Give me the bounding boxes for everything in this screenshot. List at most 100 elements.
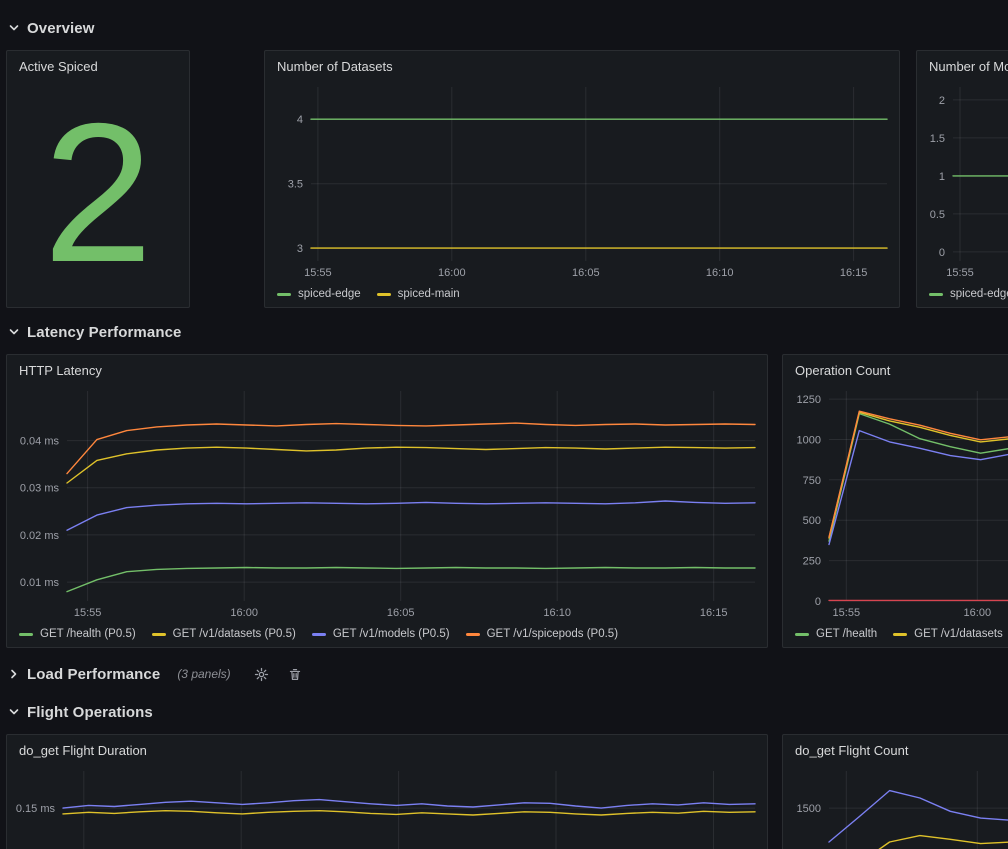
section-title-latency-performance: Latency Performance: [27, 324, 181, 341]
section-title-overview: Overview: [27, 20, 95, 37]
grafana-dashboard: Overview Active Spiced 2 Number of Datas…: [0, 0, 1008, 849]
legend-label: GET /v1/datasets: [914, 628, 1003, 640]
legend-item[interactable]: spiced-edge: [929, 288, 1008, 300]
svg-text:250: 250: [803, 556, 821, 568]
panel-active-spiced: Active Spiced 2: [6, 50, 190, 308]
svg-text:0.5: 0.5: [930, 209, 945, 221]
svg-text:0.02 ms: 0.02 ms: [20, 530, 60, 542]
chevron-down-icon: [8, 326, 20, 338]
legend-swatch: [277, 293, 291, 296]
legend-swatch: [152, 633, 166, 636]
svg-text:16:00: 16:00: [438, 267, 466, 279]
panel-number-of-models: Number of Models 15:5516:0016:0516:1016:…: [916, 50, 1008, 308]
legend-item[interactable]: GET /v1/datasets: [893, 628, 1003, 640]
section-header-latency-performance[interactable]: Latency Performance: [8, 320, 181, 344]
svg-text:16:10: 16:10: [706, 267, 734, 279]
svg-text:1500: 1500: [797, 803, 821, 815]
panel-title-operation-count[interactable]: Operation Count: [783, 355, 1008, 383]
svg-text:0.01 ms: 0.01 ms: [20, 577, 60, 589]
svg-text:3: 3: [297, 243, 303, 255]
svg-text:0.04 ms: 0.04 ms: [20, 436, 60, 448]
legend-label: GET /health (P0.5): [40, 628, 136, 640]
panel-title-flight-count[interactable]: do_get Flight Count: [783, 735, 1008, 763]
stat-value: 2: [43, 109, 153, 277]
panel-title-http-latency[interactable]: HTTP Latency: [7, 355, 767, 383]
panel-title-flight-duration[interactable]: do_get Flight Duration: [7, 735, 767, 763]
chevron-down-icon: [8, 22, 20, 34]
section-panel-count: (3 panels): [177, 667, 230, 681]
svg-text:3.5: 3.5: [288, 179, 303, 191]
svg-text:1000: 1000: [797, 435, 821, 447]
svg-text:4: 4: [297, 114, 303, 126]
legend-item[interactable]: GET /v1/models (P0.5): [312, 628, 450, 640]
legend-item[interactable]: GET /health (P0.5): [19, 628, 136, 640]
flight-count-chart[interactable]: 1500: [783, 763, 1008, 849]
gear-icon[interactable]: [254, 667, 269, 682]
svg-text:15:55: 15:55: [833, 607, 861, 619]
operation-count-legend: GET /healthGET /v1/datasetsGET /v1/model…: [783, 621, 1008, 647]
panel-http-latency: HTTP Latency 15:5516:0016:0516:1016:150.…: [6, 354, 768, 648]
svg-text:500: 500: [803, 515, 821, 527]
svg-text:2: 2: [939, 95, 945, 107]
panel-number-of-datasets: Number of Datasets 15:5516:0016:0516:101…: [264, 50, 900, 308]
legend-label: GET /v1/datasets (P0.5): [173, 628, 296, 640]
svg-text:1: 1: [939, 171, 945, 183]
svg-text:0: 0: [815, 596, 821, 608]
legend-item[interactable]: spiced-edge: [277, 288, 361, 300]
operation-count-chart[interactable]: 15:5516:0016:0516:1016:15025050075010001…: [783, 383, 1008, 621]
legend-item[interactable]: spiced-main: [377, 288, 460, 300]
legend-label: GET /v1/models (P0.5): [333, 628, 450, 640]
panel-operation-count: Operation Count 15:5516:0016:0516:1016:1…: [782, 354, 1008, 648]
panel-title-number-of-models[interactable]: Number of Models: [917, 51, 1008, 79]
models-chart[interactable]: 15:5516:0016:0516:1016:1500.511.52: [917, 79, 1008, 281]
panel-flight-duration: do_get Flight Duration 0.15 ms: [6, 734, 768, 849]
legend-item[interactable]: GET /v1/spicepods (P0.5): [466, 628, 618, 640]
legend-item[interactable]: GET /health: [795, 628, 877, 640]
legend-label: spiced-main: [398, 288, 460, 300]
datasets-legend: spiced-edge spiced-main: [265, 281, 899, 307]
legend-swatch: [893, 633, 907, 636]
svg-text:16:10: 16:10: [543, 607, 571, 619]
chevron-right-icon: [8, 668, 20, 680]
section-header-overview[interactable]: Overview: [8, 16, 95, 40]
chevron-down-icon: [8, 706, 20, 718]
legend-label: spiced-edge: [298, 288, 361, 300]
svg-text:0.03 ms: 0.03 ms: [20, 483, 60, 495]
svg-text:16:00: 16:00: [964, 607, 992, 619]
legend-label: GET /health: [816, 628, 877, 640]
panel-flight-count: do_get Flight Count 1500: [782, 734, 1008, 849]
legend-swatch: [929, 293, 943, 296]
svg-text:16:15: 16:15: [700, 607, 728, 619]
http-latency-legend: GET /health (P0.5) GET /v1/datasets (P0.5…: [7, 621, 767, 647]
http-latency-chart[interactable]: 15:5516:0016:0516:1016:150.01 ms0.02 ms0…: [7, 383, 767, 621]
svg-text:15:55: 15:55: [304, 267, 332, 279]
svg-text:750: 750: [803, 475, 821, 487]
svg-text:16:05: 16:05: [387, 607, 415, 619]
svg-text:0.15 ms: 0.15 ms: [16, 803, 56, 815]
flight-duration-chart[interactable]: 0.15 ms: [7, 763, 767, 849]
svg-text:16:05: 16:05: [572, 267, 600, 279]
legend-label: spiced-edge: [950, 288, 1008, 300]
section-header-load-performance[interactable]: Load Performance (3 panels): [8, 662, 302, 686]
section-title-load-performance: Load Performance: [27, 666, 160, 683]
legend-item[interactable]: GET /v1/datasets (P0.5): [152, 628, 296, 640]
legend-swatch: [377, 293, 391, 296]
panel-title-number-of-datasets[interactable]: Number of Datasets: [265, 51, 899, 79]
datasets-chart[interactable]: 15:55 16:00 16:05 16:10 16:15 3 3.5 4: [265, 79, 899, 281]
section-header-flight-operations[interactable]: Flight Operations: [8, 700, 153, 724]
stat-wrap: 2: [7, 79, 189, 307]
svg-text:15:55: 15:55: [74, 607, 102, 619]
svg-text:15:55: 15:55: [946, 267, 974, 279]
legend-swatch: [19, 633, 33, 636]
section-title-flight-operations: Flight Operations: [27, 704, 153, 721]
legend-swatch: [312, 633, 326, 636]
legend-swatch: [466, 633, 480, 636]
trash-icon[interactable]: [288, 667, 302, 682]
svg-text:1250: 1250: [797, 394, 821, 406]
svg-text:1.5: 1.5: [930, 133, 945, 145]
svg-text:16:15: 16:15: [840, 267, 868, 279]
panel-title-active-spiced[interactable]: Active Spiced: [7, 51, 189, 79]
legend-label: GET /v1/spicepods (P0.5): [487, 628, 618, 640]
models-legend: spiced-edge: [917, 281, 1008, 307]
svg-text:0: 0: [939, 247, 945, 259]
